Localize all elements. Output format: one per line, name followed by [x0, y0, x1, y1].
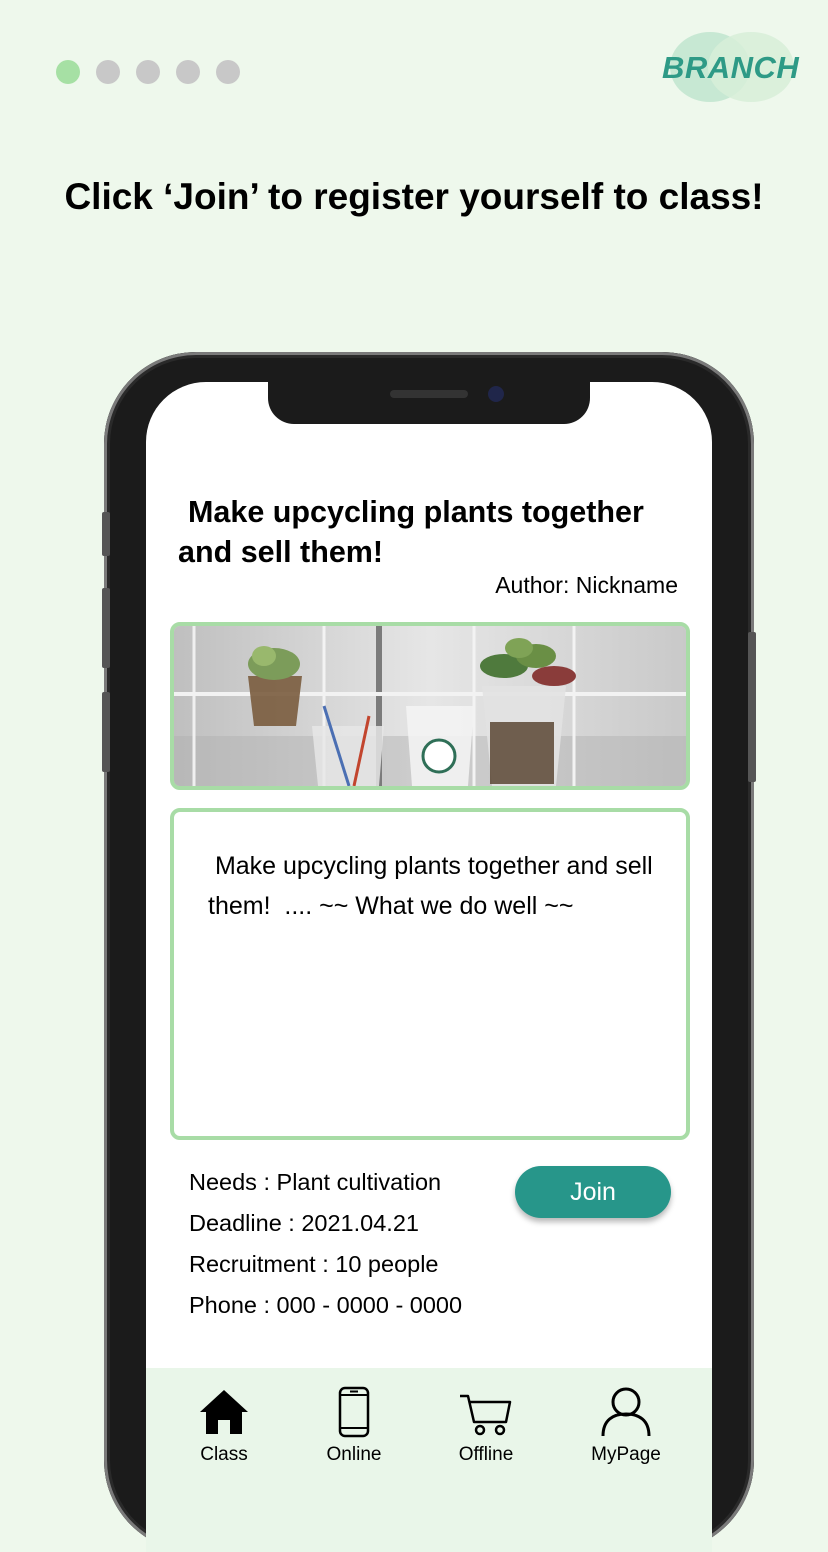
- nav-label: MyPage: [591, 1444, 661, 1465]
- description-box: Make upcycling plants together and sell …: [170, 808, 690, 1140]
- post-title: Make upcycling plants together and sell …: [178, 495, 644, 569]
- nav-label: Online: [326, 1444, 382, 1465]
- nav-label: Class: [200, 1444, 248, 1465]
- progress-dot: [136, 60, 160, 84]
- user-icon: [601, 1387, 651, 1437]
- needs-text: Needs : Plant cultivation: [189, 1169, 442, 1195]
- cart-icon: [460, 1394, 512, 1436]
- brand-logo: BRANCH: [660, 30, 800, 104]
- bottom-nav: Class Online Offline MyPage: [146, 1368, 712, 1552]
- progress-dot: [176, 60, 200, 84]
- phone-notch: [268, 382, 590, 424]
- progress-dot: [216, 60, 240, 84]
- phone-screen: Make upcycling plants together and sell …: [146, 382, 712, 1552]
- brand-name: BRANCH: [662, 50, 800, 85]
- recruitment-text: Recruitment : 10 people: [189, 1251, 439, 1277]
- progress-dots: [56, 60, 240, 84]
- post-author: Author: Nickname: [495, 572, 678, 598]
- phone-text: Phone : 000 - 0000 - 0000: [189, 1292, 463, 1318]
- nav-item-mypage[interactable]: MyPage: [576, 1386, 676, 1466]
- post-image: [170, 622, 690, 790]
- progress-dot: [96, 60, 120, 84]
- join-button[interactable]: Join: [515, 1166, 671, 1218]
- post-details: Needs : Plant cultivation Deadline : 202…: [189, 1162, 462, 1326]
- nav-label: Offline: [458, 1444, 514, 1465]
- camera-icon: [488, 386, 504, 402]
- smartphone-icon: [338, 1386, 370, 1438]
- nav-item-online[interactable]: Online: [304, 1386, 404, 1466]
- deadline-text: Deadline : 2021.04.21: [189, 1210, 419, 1236]
- nav-item-offline[interactable]: Offline: [436, 1386, 536, 1466]
- phone-mockup: Make upcycling plants together and sell …: [102, 352, 756, 1552]
- nav-item-class[interactable]: Class: [174, 1386, 274, 1466]
- home-icon: [200, 1390, 248, 1434]
- post-description: Make upcycling plants together and sell …: [208, 852, 660, 920]
- page-headline: Click ‘Join’ to register yourself to cla…: [64, 176, 764, 217]
- progress-dot-active: [56, 60, 80, 84]
